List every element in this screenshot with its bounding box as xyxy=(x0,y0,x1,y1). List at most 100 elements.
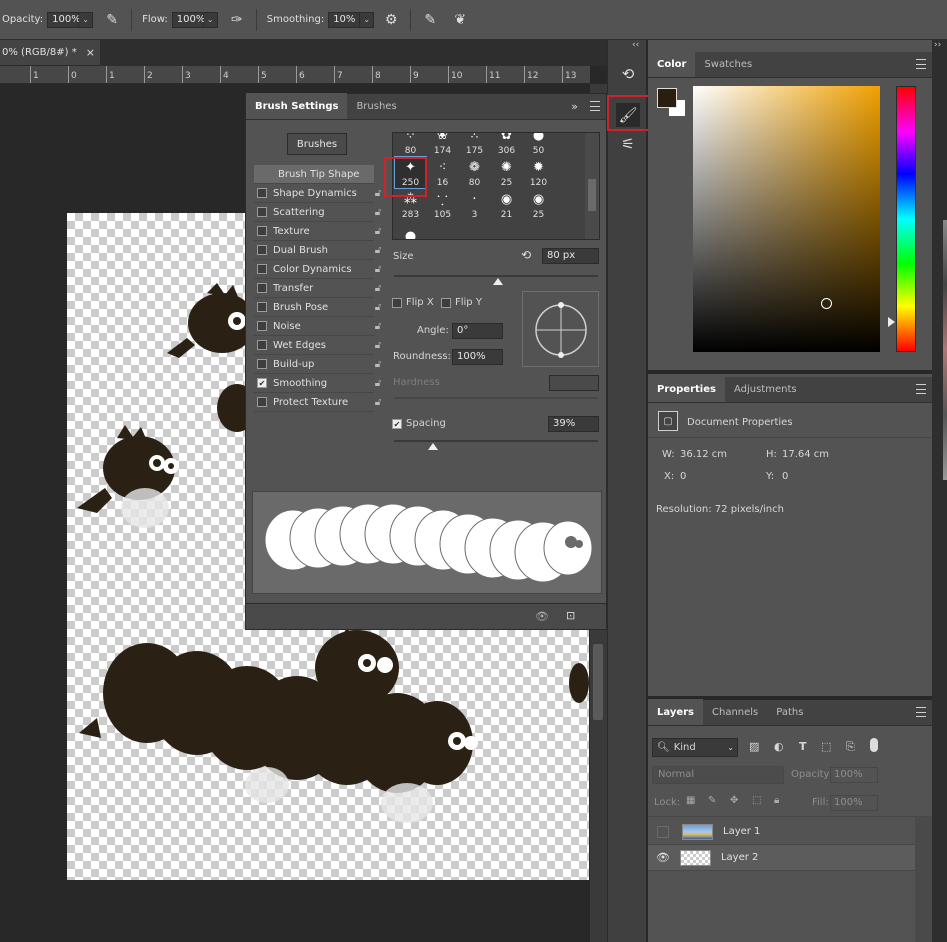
opacity-dropdown[interactable]: ⌄ xyxy=(79,11,94,28)
visibility-toggle[interactable] xyxy=(657,825,669,838)
pressure-size-icon[interactable]: ✎ xyxy=(421,11,439,29)
properties-sliders-icon[interactable]: ⚟ xyxy=(616,132,640,156)
tab-brush-settings[interactable]: Brush Settings xyxy=(246,93,348,119)
brush-category-item[interactable]: Brush Tip Shape xyxy=(254,165,374,184)
flow-field[interactable]: 100% xyxy=(171,11,205,28)
filter-toggle-icon[interactable] xyxy=(870,738,878,752)
lock-icon[interactable]: 🔓︎ xyxy=(372,320,384,332)
brush-category-item[interactable]: Wet Edges 🔓︎ xyxy=(254,336,381,355)
collapse-arrows-icon[interactable]: ‹‹ xyxy=(632,40,639,50)
eye-icon[interactable]: 👁 xyxy=(656,851,670,864)
foreground-color-swatch[interactable] xyxy=(657,88,677,108)
tip-scrollbar[interactable] xyxy=(585,133,599,239)
brush-tip[interactable]: ● xyxy=(395,221,426,239)
scroll-thumb[interactable] xyxy=(593,644,603,720)
shape-filter-icon[interactable]: ⬚ xyxy=(821,740,831,753)
color-picker-cursor[interactable] xyxy=(821,298,832,309)
tab-adjustments[interactable]: Adjustments xyxy=(725,376,806,402)
tab-paths[interactable]: Paths xyxy=(767,699,812,725)
lock-position-icon[interactable]: ✥ xyxy=(730,795,738,806)
lock-icon[interactable]: 🔓︎ xyxy=(372,377,384,389)
brush-tip[interactable]: ✹ 120 xyxy=(523,157,554,188)
tab-channels[interactable]: Channels xyxy=(703,699,767,725)
brush-category-item[interactable]: Transfer 🔓︎ xyxy=(254,279,381,298)
panel-menu-icon[interactable] xyxy=(590,101,600,111)
lock-icon[interactable]: 🔓︎ xyxy=(372,358,384,370)
new-brush-icon[interactable]: ⊡ xyxy=(566,609,575,622)
category-checkbox[interactable] xyxy=(257,359,267,369)
spacing-slider[interactable] xyxy=(394,440,598,442)
tab-color[interactable]: Color xyxy=(648,51,696,77)
type-filter-icon[interactable]: T xyxy=(799,740,807,753)
lock-icon[interactable]: 🔓︎ xyxy=(372,396,384,408)
brush-angle-preview[interactable] xyxy=(522,291,599,367)
opacity-field[interactable]: 100% xyxy=(47,11,81,28)
flip-y-checkbox[interactable] xyxy=(441,298,451,308)
tab-properties[interactable]: Properties xyxy=(648,376,725,402)
smoothing-field[interactable]: 10% xyxy=(328,11,361,28)
dock-collapse-icon[interactable]: ›› xyxy=(934,40,941,50)
panel-menu-icon[interactable] xyxy=(916,384,926,394)
history-icon[interactable]: ⟲ xyxy=(616,62,640,86)
category-checkbox[interactable] xyxy=(257,340,267,350)
brush-tip[interactable]: ◉ 25 xyxy=(523,189,554,220)
lock-icon[interactable]: 🔓︎ xyxy=(372,301,384,313)
lock-icon[interactable]: 🔓︎ xyxy=(372,282,384,294)
lock-icon[interactable]: 🔓︎ xyxy=(372,206,384,218)
brush-tip[interactable]: ✿ 306 xyxy=(491,133,522,156)
lock-all-icon[interactable]: 🔒︎ xyxy=(774,795,779,806)
lock-image-icon[interactable]: ✎ xyxy=(708,795,716,806)
brush-tip[interactable]: ⸪ 105 xyxy=(427,189,458,221)
brush-tip[interactable]: ❁ 80 xyxy=(459,157,490,188)
panel-menu-icon[interactable] xyxy=(916,707,926,717)
category-checkbox[interactable] xyxy=(257,397,267,407)
close-icon[interactable]: × xyxy=(86,46,95,59)
angle-field[interactable]: 0° xyxy=(452,323,503,339)
document-tab[interactable]: 0% (RGB/8#) * × xyxy=(0,40,100,66)
lock-icon[interactable]: 🔓︎ xyxy=(372,225,384,237)
kind-filter[interactable]: 🔍︎ Kind ⌄ xyxy=(652,738,738,757)
adjustment-filter-icon[interactable]: ◐ xyxy=(774,740,784,753)
tab-swatches[interactable]: Swatches xyxy=(695,51,761,77)
brush-category-item[interactable]: Shape Dynamics 🔓︎ xyxy=(254,184,381,203)
lock-icon[interactable]: 🔓︎ xyxy=(372,339,384,351)
smoothing-dropdown[interactable]: ⌄ xyxy=(360,11,375,28)
brush-category-item[interactable]: Dual Brush 🔓︎ xyxy=(254,241,381,260)
brush-tip[interactable]: ● 50 xyxy=(523,133,554,156)
size-slider-knob[interactable] xyxy=(493,278,504,285)
image-filter-icon[interactable]: ▨ xyxy=(749,740,759,753)
category-checkbox[interactable] xyxy=(257,226,267,236)
brush-category-item[interactable]: Brush Pose 🔓︎ xyxy=(254,298,381,317)
gear-icon[interactable]: ⚙ xyxy=(382,11,400,29)
lock-artboard-icon[interactable]: ⬚ xyxy=(752,795,761,806)
toggle-live-tip-icon[interactable]: 👁 xyxy=(535,610,549,623)
layers-scrollbar[interactable] xyxy=(915,817,932,942)
brush-tip[interactable]: · 3 xyxy=(459,189,490,220)
lock-icon[interactable]: 🔓︎ xyxy=(372,263,384,275)
brush-category-item[interactable]: Build-up 🔓︎ xyxy=(254,355,381,374)
brush-category-item[interactable]: Scattering 🔓︎ xyxy=(254,203,381,222)
flow-dropdown[interactable]: ⌄ xyxy=(203,11,218,28)
category-checkbox[interactable] xyxy=(257,321,267,331)
flip-x-checkbox[interactable] xyxy=(392,298,402,308)
brush-tip[interactable]: ❀ 174 xyxy=(427,133,458,156)
layer-row[interactable]: 👁 Layer 2 xyxy=(648,845,932,871)
tab-brushes[interactable]: Brushes xyxy=(347,93,405,119)
brush-category-item[interactable]: Texture 🔓︎ xyxy=(254,222,381,241)
category-checkbox[interactable] xyxy=(257,188,267,198)
lock-icon[interactable]: 🔓︎ xyxy=(372,187,384,199)
spacing-checkbox[interactable]: ✔ xyxy=(392,419,402,429)
spacing-field[interactable]: 39% xyxy=(548,416,599,432)
brush-tip[interactable]: ✺ 25 xyxy=(491,157,522,188)
brush-category-item[interactable]: Noise 🔓︎ xyxy=(254,317,381,336)
category-checkbox[interactable]: ✔ xyxy=(257,378,267,388)
panel-menu-icon[interactable] xyxy=(916,59,926,69)
airbrush-icon[interactable]: ✑ xyxy=(228,11,246,29)
lock-icon[interactable]: 🔓︎ xyxy=(372,244,384,256)
spacing-slider-knob[interactable] xyxy=(427,443,438,450)
size-slider[interactable] xyxy=(394,275,598,277)
size-field[interactable]: 80 px xyxy=(542,248,599,264)
reset-size-icon[interactable]: ⟲ xyxy=(521,248,531,262)
pressure-opacity-icon[interactable]: ✎ xyxy=(103,11,121,29)
brush-category-item[interactable]: ✔ Smoothing 🔓︎ xyxy=(254,374,381,393)
